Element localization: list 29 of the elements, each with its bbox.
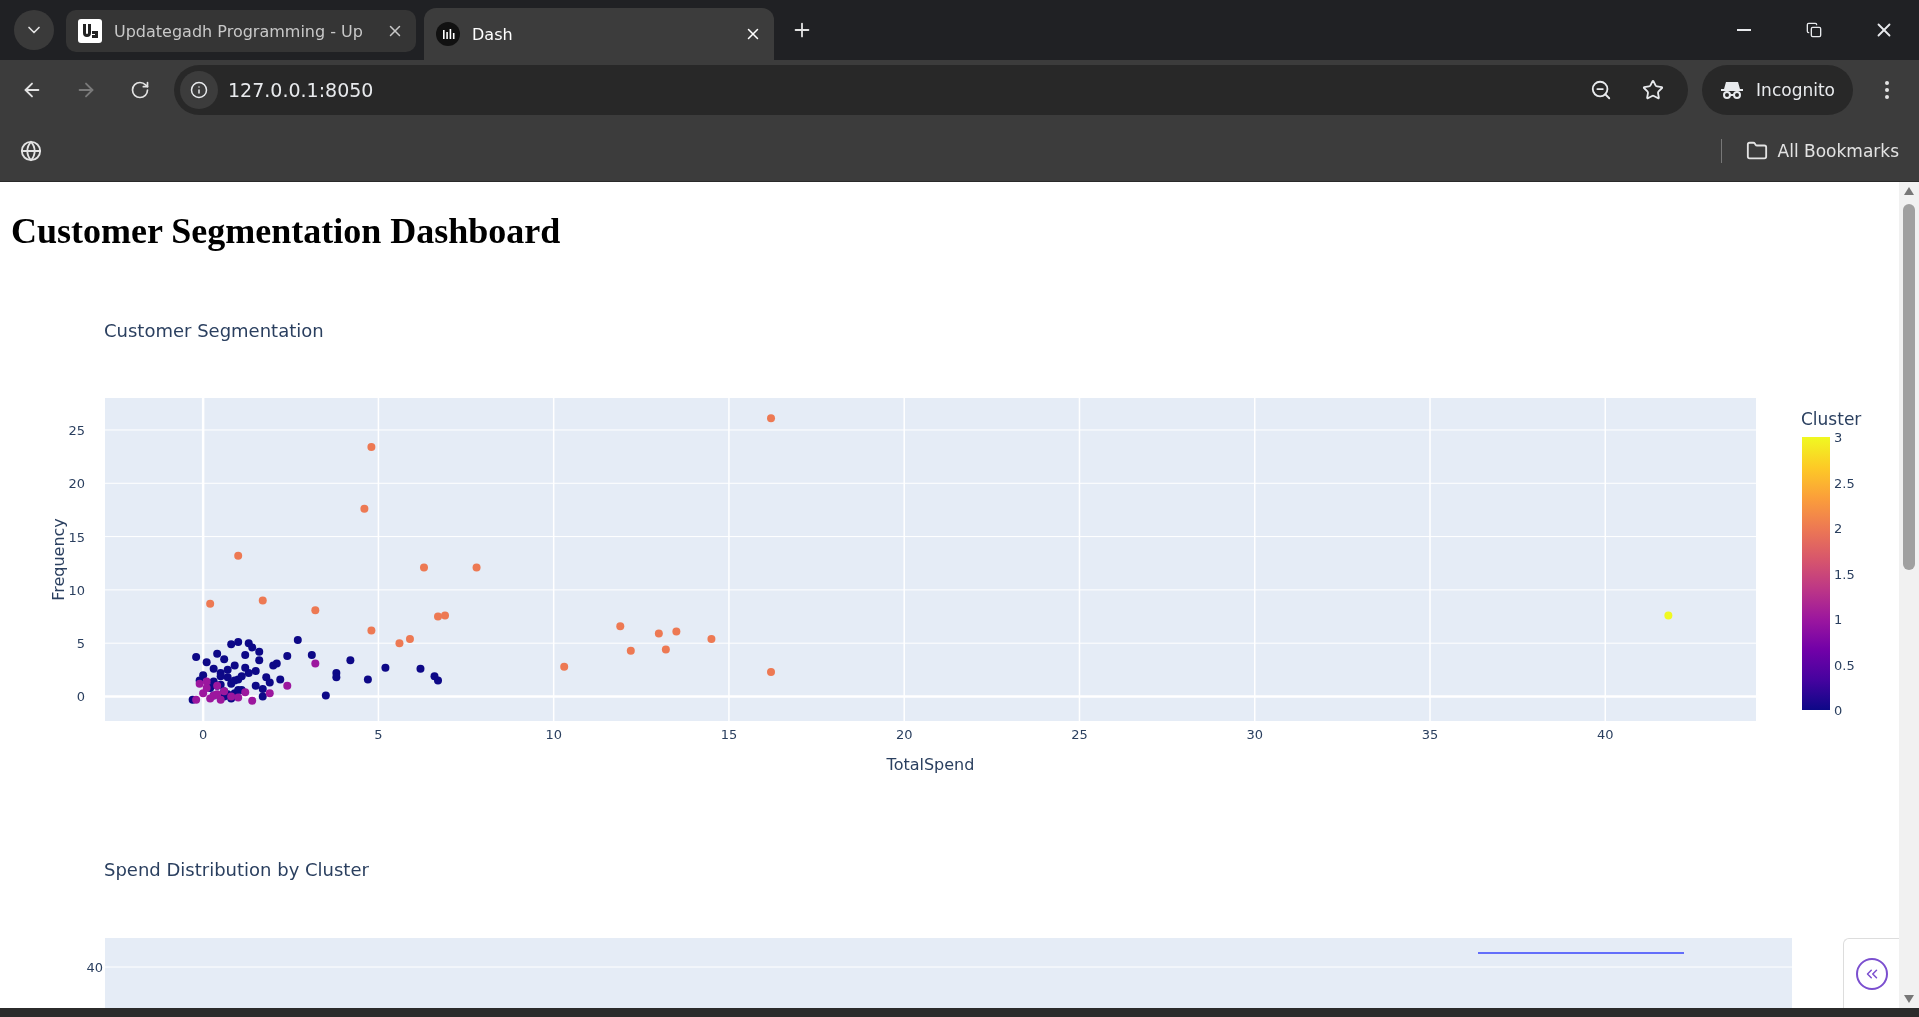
x-tick-label: 0 bbox=[199, 727, 208, 742]
colorbar-tick-label: 0.5 bbox=[1834, 657, 1855, 673]
x-tick-label: 20 bbox=[895, 727, 913, 742]
colorbar-tick-label: 1 bbox=[1834, 612, 1843, 627]
y-axis-title: Frequency bbox=[49, 518, 68, 601]
y-tick-label: 20 bbox=[68, 476, 85, 492]
y-tick-label: 10 bbox=[68, 582, 85, 598]
y-tick-label: 40 bbox=[86, 960, 103, 975]
x-axis-title: TotalSpend bbox=[886, 755, 975, 774]
x-tick-label: 10 bbox=[545, 727, 562, 742]
x-tick-label: 35 bbox=[1421, 727, 1439, 742]
colorbar-title: Cluster bbox=[1801, 409, 1862, 429]
x-tick-label: 25 bbox=[1071, 727, 1088, 742]
chart-title: Spend Distribution by Cluster bbox=[104, 859, 369, 880]
colorbar-tick-label: 0 bbox=[1834, 703, 1843, 718]
y-tick-label: 25 bbox=[68, 423, 85, 438]
x-tick-label: 5 bbox=[374, 727, 383, 742]
colorbar-tick-label: 1.5 bbox=[1834, 566, 1855, 582]
chart-title: Customer Segmentation bbox=[104, 320, 324, 341]
page-heading: Customer Segmentation Dashboard bbox=[11, 210, 562, 252]
colorbar-tick-label: 2 bbox=[1834, 521, 1843, 536]
colorbar-tick-label: 3 bbox=[1834, 430, 1843, 445]
x-tick-label: 40 bbox=[1597, 727, 1614, 742]
colorbar-tick-label: 2.5 bbox=[1834, 475, 1855, 491]
y-tick-label: 15 bbox=[68, 529, 85, 545]
y-tick-label: 5 bbox=[76, 636, 85, 652]
y-tick-label: 0 bbox=[76, 689, 85, 705]
x-tick-label: 15 bbox=[720, 727, 738, 742]
x-tick-label: 30 bbox=[1246, 727, 1263, 742]
